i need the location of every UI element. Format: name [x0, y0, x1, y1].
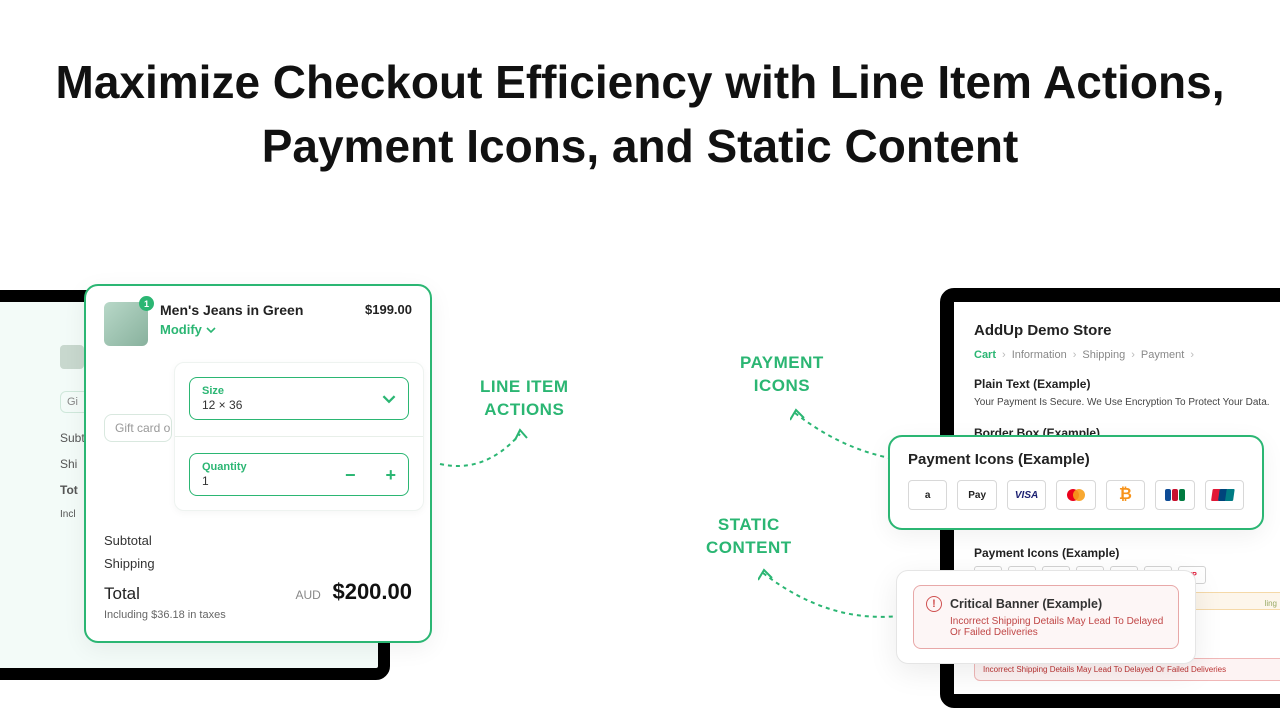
total-label: Total	[104, 584, 140, 604]
annotation-static-content: STATICCONTENT	[706, 514, 792, 560]
size-select[interactable]: Size 12 × 36	[189, 377, 409, 420]
critical-banner-card: ! Critical Banner (Example) Incorrect Sh…	[896, 570, 1196, 664]
product-name: Men's Jeans in Green	[160, 302, 303, 318]
breadcrumb-information[interactable]: Information	[1012, 349, 1067, 361]
mastercard-icon	[1056, 480, 1095, 510]
critical-banner-title: Critical Banner (Example)	[950, 597, 1102, 611]
quantity-badge: 1	[139, 296, 154, 311]
quantity-stepper: Quantity 1 − +	[189, 453, 409, 496]
quantity-decrease-button[interactable]: −	[345, 466, 356, 484]
unionpay-icon	[1205, 480, 1244, 510]
breadcrumb-payment[interactable]: Payment	[1141, 349, 1184, 361]
product-price: $199.00	[365, 302, 412, 317]
breadcrumb-shipping[interactable]: Shipping	[1082, 349, 1125, 361]
annotation-payment-icons: PAYMENTICONS	[740, 352, 824, 398]
plain-text-body: Your Payment Is Secure. We Use Encryptio…	[974, 397, 1280, 408]
tax-note: Including $36.18 in taxes	[104, 609, 412, 621]
critical-banner-message: Incorrect Shipping Details May Lead To D…	[950, 616, 1166, 638]
arrow-icon	[435, 424, 535, 484]
chevron-down-icon	[206, 325, 216, 335]
apple-pay-icon: Pay	[957, 480, 996, 510]
amazon-pay-icon: a	[908, 480, 947, 510]
divider	[175, 436, 423, 437]
payment-icons-card: Payment Icons (Example) a Pay VISA ₿	[888, 435, 1264, 530]
breadcrumb: Cart› Information› Shipping› Payment›	[974, 349, 1280, 361]
breadcrumb-cart[interactable]: Cart	[974, 349, 996, 361]
payment-icons-heading: Payment Icons (Example)	[974, 546, 1280, 560]
variant-panel: Size 12 × 36 Quantity 1 − +	[174, 362, 424, 511]
shipping-label: Shipping	[104, 556, 155, 571]
visa-icon: VISA	[1007, 480, 1046, 510]
currency-code: AUD	[296, 588, 321, 602]
total-amount: $200.00	[332, 579, 412, 604]
quantity-increase-button[interactable]: +	[385, 466, 396, 484]
annotation-line-item: LINE ITEMACTIONS	[480, 376, 569, 422]
plain-text-heading: Plain Text (Example)	[974, 377, 1280, 391]
page-title: Maximize Checkout Efficiency with Line I…	[0, 50, 1280, 179]
modify-link[interactable]: Modify	[160, 322, 216, 337]
gift-card-input[interactable]: Gift card or dis	[104, 414, 172, 442]
product-thumbnail: 1	[104, 302, 148, 346]
bitcoin-icon: ₿	[1106, 480, 1145, 510]
payment-icons-title: Payment Icons (Example)	[908, 451, 1244, 468]
jcb-icon	[1155, 480, 1194, 510]
chevron-down-icon	[382, 392, 396, 406]
arrow-icon	[790, 408, 900, 468]
alert-icon: !	[926, 596, 942, 612]
store-name: AddUp Demo Store	[974, 322, 1280, 339]
arrow-icon	[758, 568, 908, 638]
cart-card: 1 Men's Jeans in Green Modify $199.00 Gi…	[84, 284, 432, 643]
subtotal-label: Subtotal	[104, 533, 152, 548]
